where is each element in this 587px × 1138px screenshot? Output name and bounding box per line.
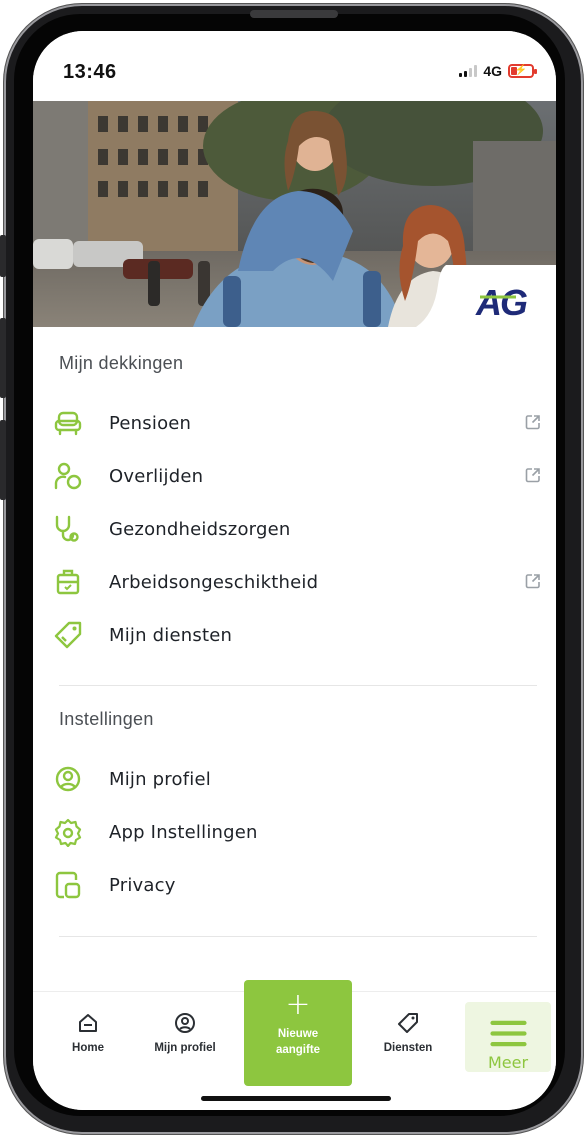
svg-text:AG: AG bbox=[475, 282, 527, 323]
tab-label-mijn-profiel: Mijn profiel bbox=[154, 1042, 216, 1054]
menu-item-mijn-profiel[interactable]: Mijn profiel bbox=[33, 754, 556, 804]
tab-diensten[interactable]: Diensten bbox=[378, 1012, 438, 1054]
tag-icon bbox=[54, 621, 82, 649]
status-indicators: 4G ⚡ bbox=[459, 63, 537, 79]
app-screen: 13:46 4G ⚡ AG Mijn dekkingen Pensioen Ov… bbox=[33, 31, 556, 1110]
menu-label-gezondheidszorgen: Gezondheidszorgen bbox=[109, 518, 291, 540]
menu-item-overlijden[interactable]: Overlijden bbox=[33, 451, 556, 501]
menu-label-mijn-profiel: Mijn profiel bbox=[109, 768, 211, 790]
tab-label-home: Home bbox=[72, 1042, 104, 1054]
tab-meer[interactable]: Meer bbox=[465, 1002, 551, 1072]
stethoscope-icon bbox=[55, 515, 79, 542]
gear-icon bbox=[54, 818, 82, 847]
menu-item-pensioen[interactable]: Pensioen bbox=[33, 398, 556, 448]
external-link-icon bbox=[525, 574, 540, 589]
menu-item-privacy[interactable]: Privacy bbox=[33, 860, 556, 910]
menu-item-app-instellingen[interactable]: App Instellingen bbox=[33, 807, 556, 857]
new-claim-label: Nieuwe aangifte bbox=[276, 1026, 320, 1058]
section-title-settings: Instellingen bbox=[59, 709, 154, 729]
volume-down-button bbox=[0, 420, 6, 500]
section-title-coverage: Mijn dekkingen bbox=[59, 353, 184, 373]
menu-item-arbeidsongeschiktheid[interactable]: Arbeidsongeschiktheid bbox=[33, 557, 556, 607]
profile-icon bbox=[55, 766, 81, 792]
new-claim-label-line2: aangifte bbox=[275, 1044, 321, 1056]
section-divider bbox=[59, 685, 537, 686]
home-indicator bbox=[201, 1096, 391, 1101]
tab-label-diensten: Diensten bbox=[383, 1042, 433, 1054]
menu-label-overlijden: Overlijden bbox=[109, 465, 204, 487]
status-bar: 13:46 4G ⚡ bbox=[33, 31, 556, 101]
profile-icon bbox=[175, 1013, 195, 1033]
menu-item-gezondheidszorgen[interactable]: Gezondheidszorgen bbox=[33, 504, 556, 554]
person-circle-icon bbox=[54, 462, 82, 490]
signal-icon bbox=[459, 65, 478, 77]
menu-label-app-instellingen: App Instellingen bbox=[109, 821, 258, 843]
plus-icon: + bbox=[285, 987, 311, 1022]
menu-item-mijn-diensten[interactable]: Mijn diensten bbox=[33, 610, 556, 660]
section-divider bbox=[59, 936, 537, 937]
network-type: 4G bbox=[483, 63, 502, 79]
ag-logo: AG bbox=[416, 265, 556, 327]
hamburger-menu-icon bbox=[489, 1020, 527, 1047]
hero-banner: AG bbox=[33, 101, 556, 327]
menu-label-privacy: Privacy bbox=[109, 874, 176, 896]
armchair-icon bbox=[54, 411, 82, 436]
home-icon bbox=[79, 1014, 97, 1032]
battery-icon: ⚡ bbox=[508, 64, 537, 78]
bottom-tab-bar: Home Mijn profiel + Nieuwe aangifte Dien… bbox=[33, 980, 556, 1110]
external-link-icon bbox=[525, 468, 540, 483]
menu-label-pensioen: Pensioen bbox=[109, 412, 192, 434]
speaker-grille bbox=[250, 10, 338, 18]
tab-home[interactable]: Home bbox=[63, 1012, 113, 1054]
volume-up-button bbox=[0, 318, 6, 398]
external-link-icon bbox=[525, 415, 540, 430]
menu-label-arbeidsongeschiktheid: Arbeidsongeschiktheid bbox=[109, 571, 319, 593]
tab-label-meer: Meer bbox=[487, 1053, 529, 1072]
work-incapacity-icon bbox=[56, 569, 80, 595]
tab-mijn-profiel[interactable]: Mijn profiel bbox=[145, 1012, 225, 1054]
menu-label-mijn-diensten: Mijn diensten bbox=[109, 624, 233, 646]
privacy-icon bbox=[55, 871, 81, 899]
tag-icon bbox=[398, 1013, 418, 1033]
new-claim-button[interactable]: + Nieuwe aangifte bbox=[244, 980, 352, 1086]
status-time: 13:46 bbox=[63, 61, 117, 83]
mute-switch bbox=[0, 235, 6, 277]
new-claim-label-line1: Nieuwe bbox=[277, 1028, 319, 1040]
